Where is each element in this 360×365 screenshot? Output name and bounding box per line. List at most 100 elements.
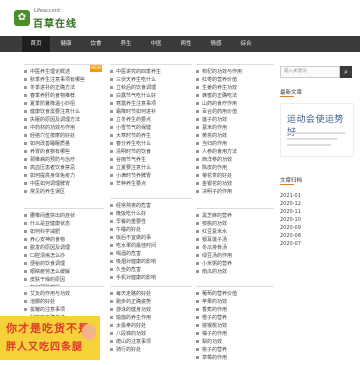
sidebar-ad[interactable]: 运动会使运势好 bbox=[280, 103, 354, 157]
bullet-icon bbox=[196, 300, 199, 303]
site-logo[interactable]: ✿ Lifeaccord 百草在线 bbox=[14, 8, 84, 30]
list-item[interactable]: 决明子的作用 bbox=[196, 188, 274, 197]
list-item-label: 吃水果的最佳时间 bbox=[116, 243, 157, 249]
list-item-label: 脱发的原因及调理 bbox=[30, 245, 71, 251]
list-item-label: 每天走路的好处 bbox=[116, 291, 152, 297]
bullet-icon bbox=[196, 78, 199, 81]
list-item-label: 草莓的作用 bbox=[202, 355, 228, 361]
bullet-icon bbox=[196, 142, 199, 145]
bullet-icon bbox=[110, 118, 113, 121]
nav-item[interactable]: 综合 bbox=[232, 36, 260, 52]
logo-subtitle: Lifeaccord bbox=[34, 8, 60, 14]
list-item-label: 三伏天养生吃什么 bbox=[116, 77, 157, 83]
bullet-icon bbox=[110, 150, 113, 153]
nav-item[interactable]: 两性 bbox=[172, 36, 200, 52]
leaf-icon: ✿ bbox=[14, 10, 30, 26]
list-item[interactable]: 常见的养生误区 bbox=[24, 188, 104, 197]
bullet-icon bbox=[196, 182, 199, 185]
bullet-icon bbox=[24, 190, 27, 193]
search-placeholder: 输入关键词 bbox=[284, 69, 307, 74]
list-item-label: 清明时节的饮食 bbox=[116, 149, 152, 155]
list-item-label: 蜂蜜的正确吃法 bbox=[202, 93, 238, 99]
list-item-label: 陈皮的作用 bbox=[202, 165, 228, 171]
list-item-label: 苹果的功效 bbox=[202, 299, 228, 305]
list-item-label: 骑行的好处 bbox=[116, 347, 142, 353]
list-item-label: 腰椎间盘突出的症状 bbox=[30, 213, 76, 219]
list-item-label: 百合的药用价值 bbox=[202, 109, 238, 115]
list-item-label: 黄芪的功效 bbox=[202, 133, 228, 139]
article-list: 黑芝麻的营养 核桃的功效 红豆薏米水 银耳莲子汤 冬瓜排骨汤 绿豆汤的作用 小米粥的营养 南瓜… bbox=[196, 208, 274, 279]
list-item-label: 小米粥的营养 bbox=[202, 261, 233, 267]
bullet-icon bbox=[24, 102, 27, 105]
nav-item[interactable]: 首页 bbox=[22, 36, 50, 52]
article-column-3: 枸杞的功效与作用 红枣的营养价值 生姜的养生功效 蜂蜜的正确吃法 山药的食疗作用 百合的药… bbox=[196, 64, 274, 365]
banner-line-1: 你才是吃货不是 bbox=[6, 322, 90, 335]
bullet-icon bbox=[24, 118, 27, 121]
bullet-icon bbox=[196, 102, 199, 105]
bullet-icon bbox=[24, 126, 27, 129]
bullet-icon bbox=[110, 126, 113, 129]
list-item-label: 艾灸的作用与功效 bbox=[30, 291, 71, 297]
bullet-icon bbox=[24, 214, 27, 217]
bullet-icon bbox=[110, 212, 113, 215]
nav-item[interactable]: 情感 bbox=[202, 36, 230, 52]
list-item-label: 春分养生吃什么 bbox=[116, 141, 152, 147]
search-icon[interactable]: ⌕ bbox=[340, 66, 352, 78]
list-item-label: 夏季防暑降温小妙招 bbox=[30, 101, 76, 107]
list-item[interactable]: 芒种养生要点 bbox=[110, 180, 192, 189]
bullet-icon bbox=[196, 118, 199, 121]
list-item-label: 菊花茶的好处 bbox=[202, 173, 233, 179]
bullet-icon bbox=[24, 150, 27, 153]
bullet-icon bbox=[110, 134, 113, 137]
article-list: 腰椎间盘突出的症状 什么是亚健康状态 如何科学减肥 养心安神的食物 脱发的原因及调理 口腔… bbox=[24, 208, 104, 295]
list-item-label: 失眠的原因及调理方法 bbox=[30, 117, 81, 123]
list-item[interactable]: 南瓜的功效 bbox=[196, 268, 274, 277]
search-input[interactable]: 输入关键词 bbox=[280, 66, 340, 78]
list-item-label: 寒露养生注意事项 bbox=[116, 101, 157, 107]
list-item-label: 薏米的作用 bbox=[202, 125, 228, 131]
nav-item[interactable]: 中医 bbox=[142, 36, 170, 52]
list-item-label: 银耳莲子汤 bbox=[202, 237, 228, 243]
bullet-icon bbox=[196, 356, 199, 359]
bullet-icon bbox=[110, 324, 113, 327]
bullet-icon bbox=[196, 324, 199, 327]
list-item-label: 什么是亚健康状态 bbox=[30, 221, 71, 227]
list-item[interactable]: 手机对健康的影响 bbox=[110, 274, 192, 283]
bullet-icon bbox=[196, 254, 199, 257]
list-item[interactable]: 草莓的作用 bbox=[196, 354, 274, 363]
promo-banner[interactable]: 你才是吃货不是 胖人又吃四条腿 bbox=[0, 316, 100, 360]
bullet-icon bbox=[24, 86, 27, 89]
list-item-label: 跑步的正确姿势 bbox=[116, 299, 152, 305]
bullet-icon bbox=[110, 78, 113, 81]
bullet-icon bbox=[24, 300, 27, 303]
list-item-label: 养心安神的食物 bbox=[30, 237, 66, 243]
bullet-icon bbox=[196, 222, 199, 225]
bullet-icon bbox=[196, 230, 199, 233]
nav-item[interactable]: 饮食 bbox=[82, 36, 110, 52]
list-item-label: 口腔溃疡怎么办 bbox=[30, 253, 66, 259]
nav-item[interactable]: 养生 bbox=[112, 36, 140, 52]
list-item-label: 枸杞的功效与作用 bbox=[202, 69, 243, 75]
bullet-icon bbox=[110, 102, 113, 105]
bullet-icon bbox=[196, 262, 199, 265]
bullet-icon bbox=[110, 204, 113, 207]
list-item-label: 当归的作用 bbox=[202, 141, 228, 147]
bullet-icon bbox=[24, 70, 27, 73]
list-item[interactable]: 骑行的好处 bbox=[110, 346, 192, 355]
list-item-label: 红豆薏米水 bbox=[202, 229, 228, 235]
list-item-label: 吸烟对健康的影响 bbox=[116, 259, 157, 265]
list-item-label: 游泳的健身功效 bbox=[116, 307, 152, 313]
archive-item[interactable]: 2020-07 bbox=[280, 240, 352, 249]
bullet-icon bbox=[196, 70, 199, 73]
bullet-icon bbox=[110, 332, 113, 335]
list-item-label: 霜降时节如何进补 bbox=[116, 109, 157, 115]
bullet-icon bbox=[110, 166, 113, 169]
bullet-icon bbox=[110, 110, 113, 113]
list-item-label: 香蕉的作用 bbox=[202, 307, 228, 313]
bullet-icon bbox=[196, 150, 199, 153]
nav-item[interactable]: 健康 bbox=[52, 36, 80, 52]
list-item-label: 山药的食疗作用 bbox=[202, 101, 238, 107]
list-item-label: 如何科学减肥 bbox=[30, 229, 61, 235]
list-item-label: 梨的功效 bbox=[202, 339, 223, 345]
list-item-label: 大寒时节的养生 bbox=[116, 133, 152, 139]
